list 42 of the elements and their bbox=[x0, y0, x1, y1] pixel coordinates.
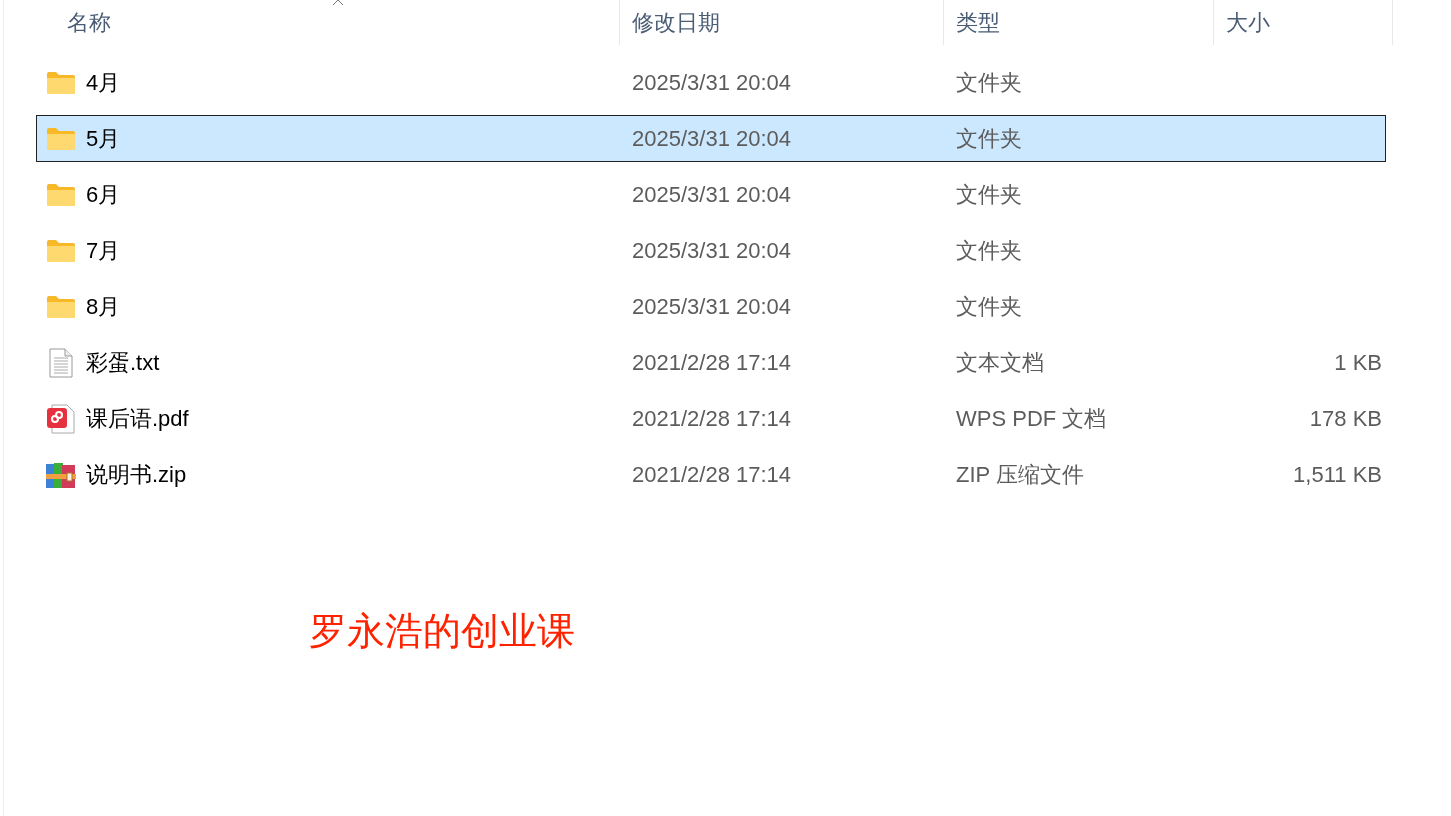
file-name: 课后语.pdf bbox=[86, 405, 189, 433]
modified-date: 2025/3/31 20:04 bbox=[632, 294, 792, 319]
file-type: 文件夹 bbox=[956, 182, 1022, 207]
modified-date: 2021/2/28 17:14 bbox=[632, 406, 792, 431]
file-name: 6月 bbox=[86, 181, 121, 209]
file-size: 1,511 KB bbox=[1293, 462, 1382, 487]
column-header[interactable]: 大小 bbox=[1226, 6, 1270, 39]
file-type: 文本文档 bbox=[956, 350, 1044, 375]
modified-date: 2021/2/28 17:14 bbox=[632, 350, 792, 375]
file-row[interactable]: 彩蛋.txt 2021/2/28 17:14 文本文档 1 KB bbox=[36, 339, 1386, 386]
file-type: ZIP 压缩文件 bbox=[956, 462, 1084, 487]
file-name: 7月 bbox=[86, 237, 121, 265]
modified-date: 2025/3/31 20:04 bbox=[632, 182, 792, 207]
file-name: 4月 bbox=[86, 69, 121, 97]
file-name: 说明书.zip bbox=[86, 461, 187, 489]
file-size: 178 KB bbox=[1309, 406, 1382, 431]
file-type: WPS PDF 文档 bbox=[956, 406, 1107, 431]
modified-date: 2021/2/28 17:14 bbox=[632, 462, 792, 487]
file-name: 5月 bbox=[86, 125, 121, 153]
modified-date: 2025/3/31 20:04 bbox=[632, 126, 792, 151]
column-header[interactable]: 名称 bbox=[67, 6, 111, 39]
modified-date: 2025/3/31 20:04 bbox=[632, 238, 792, 263]
file-type: 文件夹 bbox=[956, 294, 1022, 319]
overlay-caption: 罗永浩的创业课 bbox=[309, 612, 575, 650]
file-name: 彩蛋.txt bbox=[86, 349, 160, 377]
sort-caret-icon bbox=[332, 0, 344, 5]
file-name: 8月 bbox=[86, 293, 121, 321]
file-type: 文件夹 bbox=[956, 70, 1022, 95]
file-type: 文件夹 bbox=[956, 238, 1022, 263]
column-header[interactable]: 修改日期 bbox=[632, 6, 720, 39]
file-row[interactable]: 5月 2025/3/31 20:04 文件夹 bbox=[36, 115, 1386, 162]
file-type: 文件夹 bbox=[956, 126, 1022, 151]
pdf-file-icon bbox=[45, 402, 77, 435]
file-row[interactable]: 6月 2025/3/31 20:04 文件夹 bbox=[36, 171, 1386, 218]
file-row[interactable]: 课后语.pdf 2021/2/28 17:14 WPS PDF 文档 178 KB bbox=[36, 395, 1386, 442]
file-row[interactable]: 8月 2025/3/31 20:04 文件夹 bbox=[36, 283, 1386, 330]
modified-date: 2025/3/31 20:04 bbox=[632, 70, 792, 95]
column-header[interactable]: 类型 bbox=[956, 6, 1000, 39]
file-row[interactable]: 7月 2025/3/31 20:04 文件夹 bbox=[36, 227, 1386, 274]
file-row[interactable]: 说明书.zip 2021/2/28 17:14 ZIP 压缩文件 1,511 KB bbox=[36, 451, 1386, 498]
file-row[interactable]: 4月 2025/3/31 20:04 文件夹 bbox=[36, 59, 1386, 106]
file-size: 1 KB bbox=[1334, 350, 1382, 375]
